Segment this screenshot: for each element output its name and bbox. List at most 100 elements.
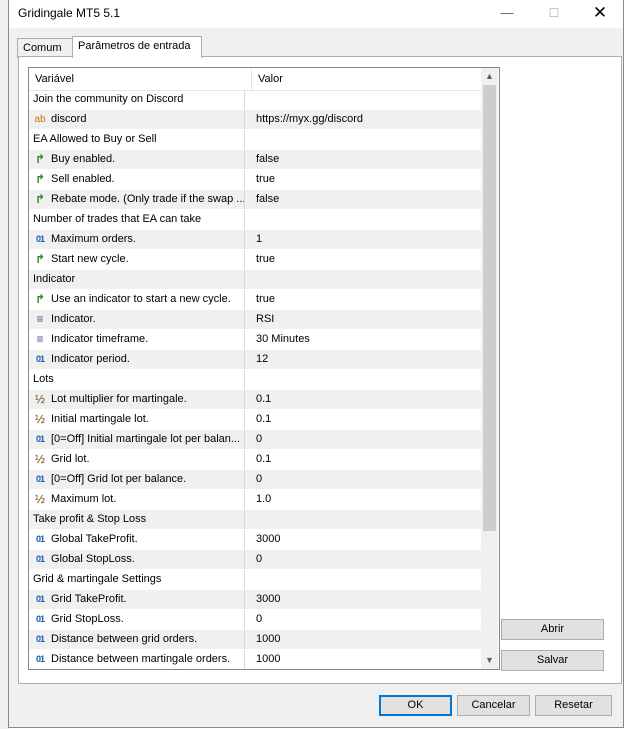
vertical-scrollbar[interactable]: ▲ ▼	[481, 68, 498, 669]
column-header-variable[interactable]: Variável	[29, 68, 252, 90]
parameter-name-cell: ↱ Use an indicator to start a new cycle.	[29, 290, 245, 309]
parameter-row[interactable]: ≡ Indicator timeframe. 30 Minutes	[29, 330, 481, 350]
parameters-grid[interactable]: Variável Valor Join the community on Dis…	[28, 67, 500, 670]
input-parameters-dialog: Gridingale MT5 5.1 — ☐ ✕ Comum Parâmetro…	[8, 0, 624, 728]
cancel-button[interactable]: Cancelar	[457, 695, 530, 716]
parameter-value[interactable]: 0	[252, 470, 481, 489]
save-button[interactable]: Salvar	[501, 650, 604, 671]
parameter-value[interactable]: 0	[252, 610, 481, 629]
parameter-name-cell: ↱ Start new cycle.	[29, 250, 245, 269]
column-header-value[interactable]: Valor	[252, 68, 458, 90]
parameter-name-cell: Indicator	[29, 270, 245, 289]
parameter-row[interactable]: 01 Grid StopLoss. 0	[29, 610, 481, 630]
parameter-value[interactable]: RSI	[252, 310, 481, 329]
group-row[interactable]: Number of trades that EA can take	[29, 210, 481, 230]
ok-button[interactable]: OK	[379, 695, 452, 716]
parameter-row[interactable]: 01 Maximum orders. 1	[29, 230, 481, 250]
close-icon[interactable]: ✕	[577, 0, 623, 28]
parameter-name: Maximum orders.	[51, 233, 136, 245]
parameter-name-cell: 01 Grid StopLoss.	[29, 610, 245, 629]
group-row[interactable]: Join the community on Discord	[29, 90, 481, 110]
parameter-value[interactable]: 12	[252, 350, 481, 369]
group-row[interactable]: Grid & martingale Settings	[29, 570, 481, 590]
parameter-name: Distance between martingale orders.	[51, 653, 231, 665]
parameter-row[interactable]: 01 [0=Off] Grid lot per balance. 0	[29, 470, 481, 490]
parameter-value[interactable]: 0.1	[252, 450, 481, 469]
scroll-down-icon[interactable]: ▼	[481, 652, 498, 669]
parameter-name: [0=Off] Initial martingale lot per balan…	[51, 433, 241, 445]
scroll-up-icon[interactable]: ▲	[481, 68, 498, 85]
parameter-name: Grid lot.	[51, 453, 90, 465]
parameter-value[interactable]: 0.1	[252, 390, 481, 409]
group-row[interactable]: Lots	[29, 370, 481, 390]
parameter-name: Join the community on Discord	[33, 93, 184, 105]
parameter-name-cell: ½ Lot multiplier for martingale.	[29, 390, 245, 409]
parameter-row[interactable]: ↱ Use an indicator to start a new cycle. t…	[29, 290, 481, 310]
parameter-row[interactable]: 01 Indicator period. 12	[29, 350, 481, 370]
parameter-name: Global TakeProfit.	[51, 533, 138, 545]
integer-icon: 01	[35, 434, 45, 444]
parameter-row[interactable]: 01 Grid TakeProfit. 3000	[29, 590, 481, 610]
parameter-row[interactable]: ↱ Buy enabled. false	[29, 150, 481, 170]
parameter-row[interactable]: ↱ Start new cycle. true	[29, 250, 481, 270]
parameter-name: Use an indicator to start a new cycle.	[51, 293, 231, 305]
parameter-row[interactable]: 01 [0=Off] Initial martingale lot per bal…	[29, 430, 481, 450]
maximize-icon[interactable]: ☐	[531, 0, 577, 28]
group-row[interactable]: Take profit & Stop Loss	[29, 510, 481, 530]
parameter-value[interactable]: true	[252, 170, 481, 189]
integer-icon: 01	[35, 594, 45, 604]
parameter-value[interactable]: 0	[252, 430, 481, 449]
parameter-value[interactable]: 3000	[252, 590, 481, 609]
group-row[interactable]: EA Allowed to Buy or Sell	[29, 130, 481, 150]
parameter-value	[252, 570, 481, 589]
parameter-value[interactable]: false	[252, 190, 481, 209]
parameter-value	[252, 90, 481, 109]
parameter-row[interactable]: 01 Global TakeProfit. 3000	[29, 530, 481, 550]
tab-input-parameters[interactable]: Parâmetros de entrada	[72, 36, 202, 58]
parameter-name: Number of trades that EA can take	[33, 213, 202, 225]
parameter-name: Global StopLoss.	[51, 553, 135, 565]
parameter-value[interactable]: https://myx.gg/discord	[252, 110, 481, 129]
parameter-value[interactable]: 0.1	[252, 410, 481, 429]
parameter-value[interactable]: 1000	[252, 630, 481, 649]
parameter-name-cell: ½ Maximum lot.	[29, 490, 245, 509]
parameter-value[interactable]: 3000	[252, 530, 481, 549]
parameter-row[interactable]: ½ Initial martingale lot. 0.1	[29, 410, 481, 430]
parameter-row[interactable]: ↱ Sell enabled. true	[29, 170, 481, 190]
integer-icon: 01	[35, 354, 45, 364]
parameter-name: Grid & martingale Settings	[33, 573, 162, 585]
parameter-name: Indicator timeframe.	[51, 333, 149, 345]
parameter-name: Indicator period.	[51, 353, 130, 365]
bool-icon: ↱	[34, 192, 46, 206]
parameter-name: Indicator	[33, 273, 76, 285]
load-button[interactable]: Abrir	[501, 619, 604, 640]
title-bar: Gridingale MT5 5.1 — ☐ ✕	[9, 0, 623, 28]
group-row[interactable]: Indicator	[29, 270, 481, 290]
parameter-row[interactable]: ½ Maximum lot. 1.0	[29, 490, 481, 510]
parameter-value[interactable]: true	[252, 290, 481, 309]
reset-button[interactable]: Resetar	[535, 695, 612, 716]
scrollbar-thumb[interactable]	[483, 85, 496, 531]
integer-icon: 01	[35, 634, 45, 644]
parameter-value	[252, 210, 481, 229]
tab-common[interactable]: Comum	[17, 38, 75, 58]
parameter-value[interactable]: 1	[252, 230, 481, 249]
parameter-row[interactable]: ≡ Indicator. RSI	[29, 310, 481, 330]
minimize-icon[interactable]: —	[484, 0, 530, 28]
parameter-value[interactable]: 30 Minutes	[252, 330, 481, 349]
parameter-value[interactable]: 1.0	[252, 490, 481, 509]
parameter-value[interactable]: 0	[252, 550, 481, 569]
parameter-row[interactable]: ↱ Rebate mode. (Only trade if the swap ..…	[29, 190, 481, 210]
parameter-value[interactable]: false	[252, 150, 481, 169]
parameter-value[interactable]: 1000	[252, 650, 481, 669]
parameter-row[interactable]: ab discord https://myx.gg/discord	[29, 110, 481, 130]
parameter-row[interactable]: 01 Distance between grid orders. 1000	[29, 630, 481, 650]
parameter-value[interactable]: true	[252, 250, 481, 269]
parameter-row[interactable]: ½ Lot multiplier for martingale. 0.1	[29, 390, 481, 410]
parameter-name-cell: 01 [0=Off] Initial martingale lot per bal…	[29, 430, 245, 449]
parameter-row[interactable]: 01 Global StopLoss. 0	[29, 550, 481, 570]
parameter-row[interactable]: 01 Distance between martingale orders. 100…	[29, 650, 481, 669]
parameter-row[interactable]: ½ Grid lot. 0.1	[29, 450, 481, 470]
parameter-name: Grid StopLoss.	[51, 613, 124, 625]
parameter-name-cell: EA Allowed to Buy or Sell	[29, 130, 245, 149]
